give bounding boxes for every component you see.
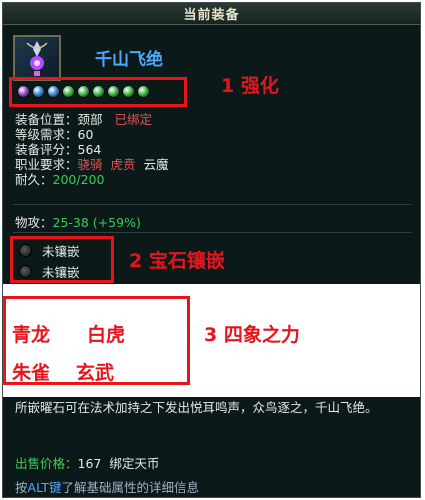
alt-key-hint: 按ALT键了解基础属性的详细信息 <box>15 480 199 495</box>
four-symbols-panel: 青龙 白虎 朱雀 玄武 3 四象之力 <box>3 284 420 397</box>
item-name: 千山飞绝 <box>95 50 163 70</box>
bound-status: 已绑定 <box>114 112 152 127</box>
stat-attack: 物攻：25-38 (+59%) <box>15 215 141 230</box>
divider <box>13 204 412 205</box>
symbol-xuanwu: 玄武 <box>76 362 115 384</box>
annotation-box-enhance <box>9 77 187 107</box>
annotation-box-gems <box>10 236 114 283</box>
stat-class: 职业要求：骁骑 虎贲 云魔 <box>15 157 169 172</box>
annotation-label-gems: 2 宝石镶嵌 <box>129 250 225 272</box>
item-stats: 装备位置：颈部 已绑定 等级需求：60 装备评分：564 职业要求：骁骑 虎贲 … <box>15 112 168 187</box>
stat-durability: 耐久：200/200 <box>15 172 105 187</box>
equipment-tooltip: 当前装备 千山飞绝 1 强化 装备位置：颈部 已绑定 等级需求：60 装备评分：… <box>2 2 421 498</box>
item-description: 所嵌曜石可在法术加持之下发出悦耳鸣声，众鸟逐之，千山飞绝。 <box>15 400 378 415</box>
stat-slot: 装备位置：颈部 已绑定 <box>15 112 152 127</box>
item-icon[interactable] <box>13 35 61 81</box>
divider <box>13 232 412 233</box>
necklace-icon <box>26 41 48 76</box>
stat-score: 装备评分：564 <box>15 142 102 157</box>
symbol-qinglong: 青龙 <box>12 324 51 346</box>
stat-level: 等级需求：60 <box>15 127 94 142</box>
symbol-baihu: 白虎 <box>87 324 126 346</box>
sell-price: 出售价格：167 绑定天币 <box>15 456 160 471</box>
annotation-label-enhance: 1 强化 <box>221 75 279 97</box>
alt-key-label: ALT键 <box>27 480 62 495</box>
symbol-zhuque: 朱雀 <box>12 362 51 384</box>
annotation-label-four-symbols: 3 四象之力 <box>204 324 300 346</box>
tooltip-title-bar: 当前装备 <box>3 3 420 25</box>
tooltip-title: 当前装备 <box>183 8 240 23</box>
